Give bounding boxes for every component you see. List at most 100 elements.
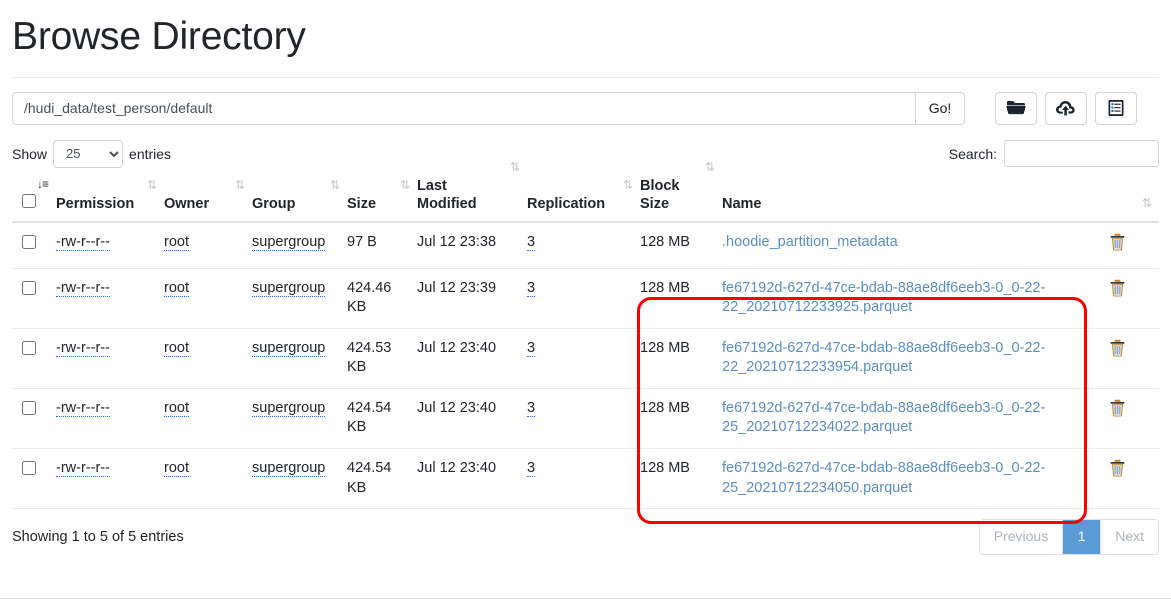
- column-label: Size: [347, 195, 377, 212]
- owner-value[interactable]: root: [164, 459, 189, 477]
- sort-icon: ⇅: [509, 159, 520, 174]
- cell-actions: [1109, 222, 1159, 269]
- column-header-replication[interactable]: ⇅ Replication: [527, 176, 640, 224]
- row-select-cell: [12, 268, 56, 329]
- permission-value[interactable]: -rw-r--r--: [56, 459, 110, 477]
- cell-owner: root: [164, 328, 252, 389]
- row-checkbox[interactable]: [22, 400, 36, 415]
- select-all-checkbox[interactable]: [22, 193, 36, 208]
- row-checkbox[interactable]: [22, 235, 36, 250]
- file-name-link[interactable]: .hoodie_partition_metadata: [722, 234, 898, 250]
- cut-paste-button[interactable]: [1095, 91, 1137, 125]
- cell-replication: 3: [527, 388, 640, 449]
- cell-size: 97 B: [347, 222, 417, 269]
- cell-owner: root: [164, 448, 252, 510]
- cell-last-modified: Jul 12 23:40: [417, 328, 527, 389]
- replication-value[interactable]: 3: [527, 234, 536, 252]
- cell-replication: 3: [527, 448, 640, 510]
- page-length-select[interactable]: 2550100: [53, 139, 124, 168]
- cell-owner: root: [164, 222, 252, 269]
- sort-icon: ⇅: [399, 177, 410, 192]
- file-name-link[interactable]: fe67192d-627d-47ce-bdab-88ae8df6eeb3-0_0…: [722, 280, 1045, 316]
- trash-icon: [1109, 339, 1126, 360]
- column-header-owner[interactable]: ⇅ Owner: [164, 176, 252, 224]
- replication-value[interactable]: 3: [527, 399, 536, 417]
- column-header-permission[interactable]: ⇅ Permission: [56, 176, 164, 224]
- column-header-block-size[interactable]: ⇅ Block Size: [640, 161, 722, 224]
- cell-group: supergroup: [252, 388, 347, 449]
- cell-name: fe67192d-627d-47ce-bdab-88ae8df6eeb3-0_0…: [722, 448, 1109, 510]
- cell-permission: -rw-r--r--: [56, 268, 164, 329]
- path-input[interactable]: [12, 91, 915, 125]
- title-divider: [12, 76, 1159, 78]
- group-value[interactable]: supergroup: [252, 459, 326, 477]
- group-value[interactable]: supergroup: [252, 399, 326, 417]
- permission-value[interactable]: -rw-r--r--: [56, 399, 110, 417]
- cell-replication: 3: [527, 268, 640, 329]
- sort-icon: ⇅: [329, 177, 340, 192]
- search-input[interactable]: [1004, 140, 1159, 168]
- owner-value[interactable]: root: [164, 234, 189, 252]
- group-value[interactable]: supergroup: [252, 234, 326, 252]
- owner-value[interactable]: root: [164, 339, 189, 357]
- directory-tool-buttons: [995, 91, 1137, 125]
- column-label: Permission: [56, 195, 135, 212]
- delete-row-button[interactable]: [1109, 279, 1126, 297]
- pagination-previous[interactable]: Previous: [979, 520, 1064, 554]
- file-name-link[interactable]: fe67192d-627d-47ce-bdab-88ae8df6eeb3-0_0…: [722, 460, 1045, 496]
- row-checkbox[interactable]: [22, 280, 36, 295]
- trash-icon: [1109, 233, 1126, 254]
- cell-last-modified: Jul 12 23:40: [417, 388, 527, 449]
- table-header: ↓≡ ⇅ Permission ⇅ Owner ⇅ Group ⇅ Size ⇅…: [12, 161, 1159, 224]
- table-row: -rw-r--r-- root supergroup 424.46 KB Jul 12 …: [12, 268, 1159, 329]
- delete-row-button[interactable]: [1109, 339, 1126, 357]
- cell-permission: -rw-r--r--: [56, 328, 164, 389]
- group-value[interactable]: supergroup: [252, 339, 326, 357]
- delete-row-button[interactable]: [1109, 459, 1126, 477]
- folder-icon: [1006, 99, 1026, 117]
- cell-group: supergroup: [252, 268, 347, 329]
- permission-value[interactable]: -rw-r--r--: [56, 279, 110, 297]
- permission-value[interactable]: -rw-r--r--: [56, 234, 110, 252]
- column-label: Replication: [527, 195, 606, 212]
- file-name-link[interactable]: fe67192d-627d-47ce-bdab-88ae8df6eeb3-0_0…: [722, 400, 1045, 436]
- search-label: Search:: [948, 145, 997, 162]
- replication-value[interactable]: 3: [527, 339, 536, 357]
- column-header-group[interactable]: ⇅ Group: [252, 176, 347, 224]
- pagination: Previous 1 Next: [978, 519, 1159, 555]
- table-row: -rw-r--r-- root supergroup 424.54 KB Jul 12 …: [12, 388, 1159, 449]
- replication-value[interactable]: 3: [527, 459, 536, 477]
- owner-value[interactable]: root: [164, 399, 189, 417]
- owner-value[interactable]: root: [164, 279, 189, 297]
- delete-row-button[interactable]: [1109, 399, 1126, 417]
- column-header-actions[interactable]: ⇅: [1109, 176, 1159, 224]
- column-header-last-modified[interactable]: ⇅ Last Modified: [417, 161, 527, 224]
- delete-row-button[interactable]: [1109, 233, 1126, 251]
- column-header-size[interactable]: ⇅ Size: [347, 176, 417, 224]
- cell-group: supergroup: [252, 328, 347, 389]
- trash-icon: [1109, 279, 1126, 300]
- column-header-name[interactable]: Name: [722, 176, 1109, 224]
- column-header-select-all[interactable]: ↓≡: [12, 176, 56, 224]
- group-value[interactable]: supergroup: [252, 279, 326, 297]
- path-input-group: Go!: [12, 91, 965, 125]
- new-directory-button[interactable]: [995, 91, 1037, 125]
- row-checkbox[interactable]: [22, 460, 36, 475]
- cell-last-modified: Jul 12 23:39: [417, 268, 527, 329]
- show-label: Show: [12, 145, 48, 162]
- replication-value[interactable]: 3: [527, 279, 536, 297]
- datatable-footer: Showing 1 to 5 of 5 entries Previous 1 N…: [12, 519, 1159, 555]
- upload-file-button[interactable]: [1045, 91, 1087, 125]
- cell-size: 424.46 KB: [347, 268, 417, 329]
- pagination-page-1[interactable]: 1: [1063, 520, 1102, 554]
- datatable-controls: Show 2550100 entries Search:: [12, 139, 1159, 169]
- permission-value[interactable]: -rw-r--r--: [56, 339, 110, 357]
- cell-owner: root: [164, 268, 252, 329]
- go-button[interactable]: Go!: [915, 91, 965, 125]
- row-checkbox[interactable]: [22, 340, 36, 355]
- sort-desc-icon: ↓≡: [36, 176, 49, 191]
- clipboard-list-icon: [1107, 99, 1125, 117]
- table-info: Showing 1 to 5 of 5 entries: [12, 528, 184, 545]
- file-name-link[interactable]: fe67192d-627d-47ce-bdab-88ae8df6eeb3-0_0…: [722, 340, 1045, 376]
- pagination-next[interactable]: Next: [1101, 520, 1158, 554]
